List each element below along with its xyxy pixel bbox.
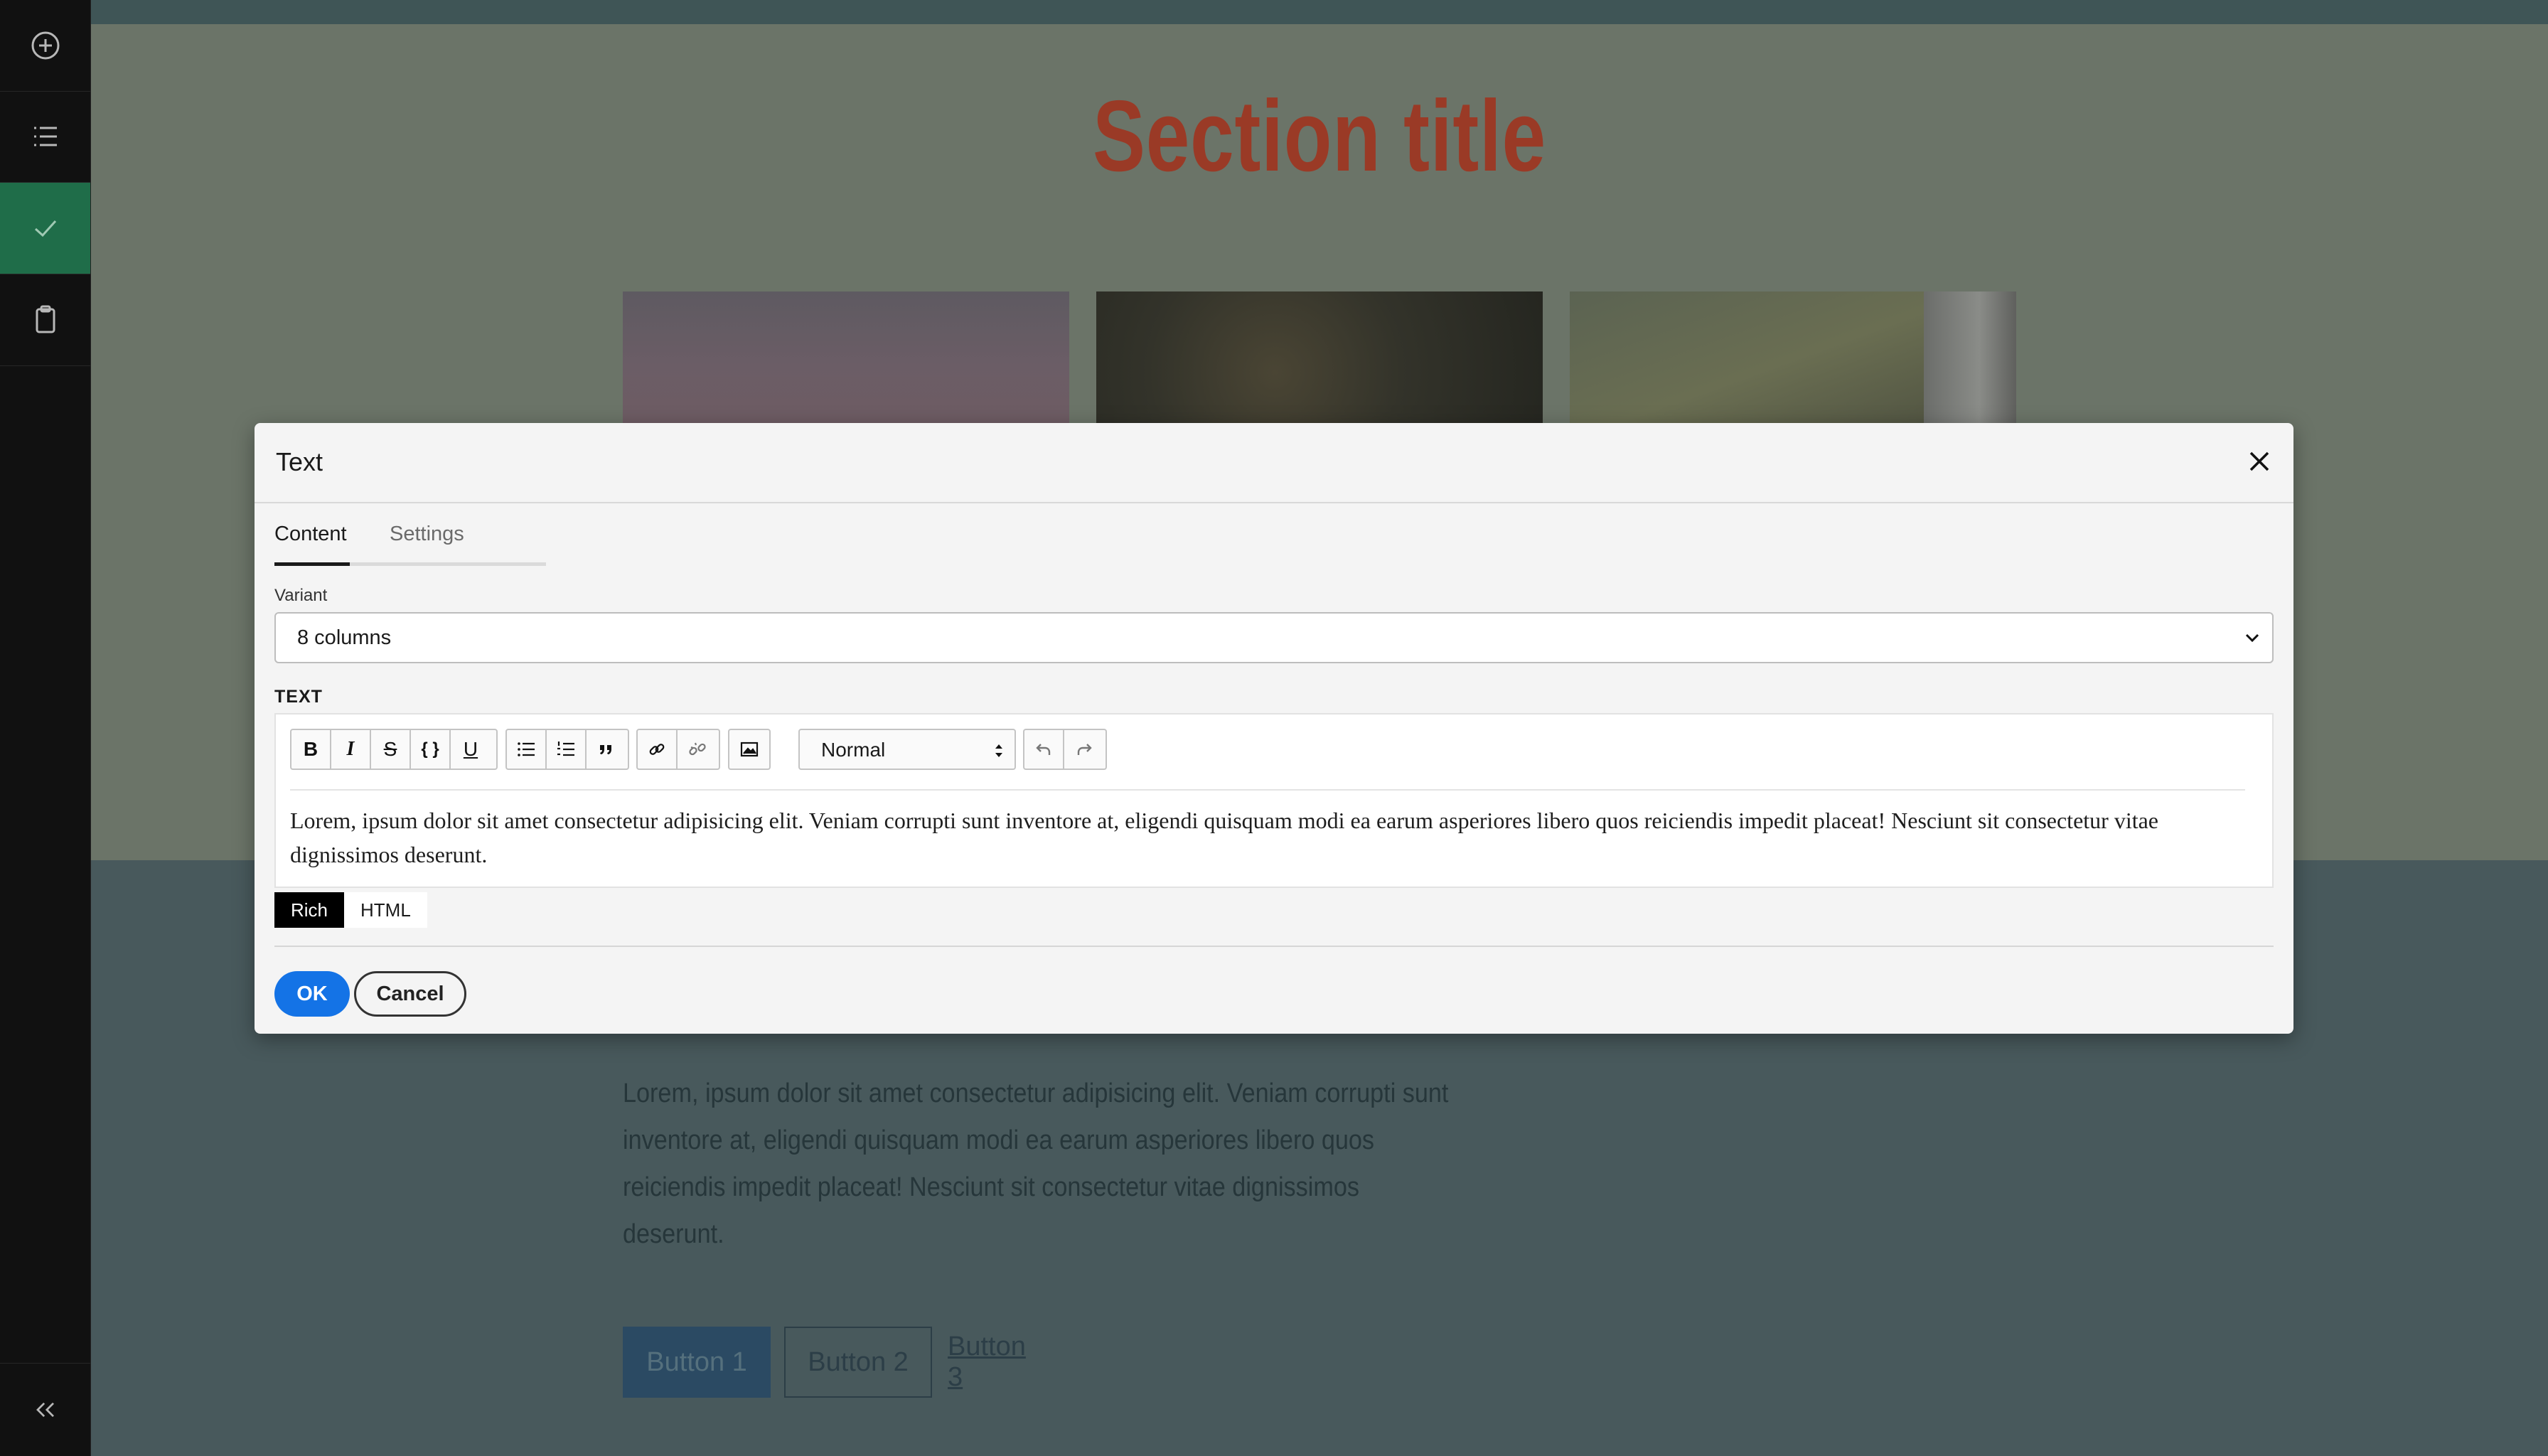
dialog-title: Text: [276, 447, 323, 476]
strikethrough-icon: S: [383, 738, 397, 760]
italic-button[interactable]: I: [331, 730, 371, 769]
section-body-text: Lorem, ipsum dolor sit amet consectetur …: [623, 1078, 1449, 1249]
dialog-tabs: Content Settings: [274, 523, 546, 566]
tab-content[interactable]: Content: [274, 523, 350, 566]
block-format-value: Normal: [821, 739, 886, 761]
link-icon: [649, 744, 665, 755]
plus-circle-icon: [31, 31, 59, 60]
section-title: Section title: [1093, 80, 1546, 193]
block-format-group: [505, 729, 629, 770]
image-group: [728, 729, 771, 770]
add-block-button[interactable]: [0, 0, 90, 92]
unlink-button[interactable]: [678, 730, 717, 769]
italic-icon: I: [346, 738, 355, 760]
link-button[interactable]: [638, 730, 678, 769]
page-button-2[interactable]: Button 2: [784, 1327, 932, 1398]
gallery-image-sky: [623, 291, 1069, 427]
ok-button[interactable]: OK: [274, 971, 350, 1017]
chevron-down-icon: [2245, 633, 2259, 643]
underline-icon: U: [463, 738, 478, 760]
close-icon: [2249, 451, 2269, 471]
clipboard-button[interactable]: [0, 274, 90, 366]
footer-divider: [274, 946, 2274, 947]
history-group: [1023, 729, 1107, 770]
page-button-3[interactable]: Button 3: [948, 1327, 1047, 1398]
inline-format-group: B I S { } U: [290, 729, 498, 770]
gallery-image-field: [1570, 291, 2016, 427]
close-button[interactable]: [2245, 447, 2274, 476]
bold-button[interactable]: B: [291, 730, 331, 769]
undo-button[interactable]: [1024, 730, 1064, 769]
bullet-list-icon: [518, 742, 535, 756]
collapse-sidebar-button[interactable]: [0, 1363, 90, 1456]
link-group: [636, 729, 720, 770]
text-field-label: TEXT: [274, 687, 323, 707]
undo-icon: [1036, 744, 1051, 755]
dialog-header: Text: [255, 423, 2293, 503]
redo-button[interactable]: [1064, 730, 1104, 769]
check-icon: [34, 220, 56, 237]
text-editor-dialog: Text Content Settings Variant 8 columns …: [255, 423, 2293, 1034]
image-icon: [740, 742, 759, 757]
numbered-list-button[interactable]: [547, 730, 587, 769]
block-format-select[interactable]: Normal: [798, 729, 1016, 770]
strikethrough-button[interactable]: S: [371, 730, 411, 769]
left-sidebar: [0, 0, 91, 1456]
gallery-image-forest: [1096, 291, 1543, 427]
quote-button[interactable]: [587, 730, 626, 769]
editor-content[interactable]: Lorem, ipsum dolor sit amet consectetur …: [290, 803, 2252, 872]
insert-image-button[interactable]: [729, 730, 769, 769]
publish-button[interactable]: [0, 183, 90, 274]
outline-button[interactable]: [0, 91, 90, 183]
bold-icon: B: [303, 738, 318, 760]
top-band: [91, 0, 2548, 24]
toolbar-divider: [290, 789, 2245, 791]
cancel-button[interactable]: Cancel: [354, 971, 466, 1017]
quote-icon: [600, 745, 611, 754]
bullet-list-button[interactable]: [507, 730, 547, 769]
select-arrows-icon: [995, 744, 1002, 757]
code-button[interactable]: { }: [411, 730, 451, 769]
clipboard-icon: [36, 305, 55, 333]
variant-select-value: 8 columns: [297, 626, 392, 649]
underline-button[interactable]: U: [451, 730, 491, 769]
page-button-1[interactable]: Button 1: [623, 1327, 771, 1398]
numbered-list-icon: [557, 742, 574, 756]
tab-settings[interactable]: Settings: [390, 523, 464, 562]
unlink-icon: [689, 742, 706, 756]
double-chevron-left-icon: [36, 1402, 54, 1418]
editor-mode-switch: Rich HTML: [274, 892, 427, 928]
redo-icon: [1077, 744, 1092, 755]
variant-select[interactable]: 8 columns: [274, 612, 2274, 663]
list-icon: [33, 127, 57, 146]
rich-mode-button[interactable]: Rich: [274, 892, 345, 928]
code-icon: { }: [421, 739, 439, 759]
html-mode-button[interactable]: HTML: [344, 892, 427, 928]
variant-label: Variant: [274, 586, 328, 605]
rich-text-editor: B I S { } U Normal Lorem, ipsum dolor si…: [274, 713, 2274, 888]
